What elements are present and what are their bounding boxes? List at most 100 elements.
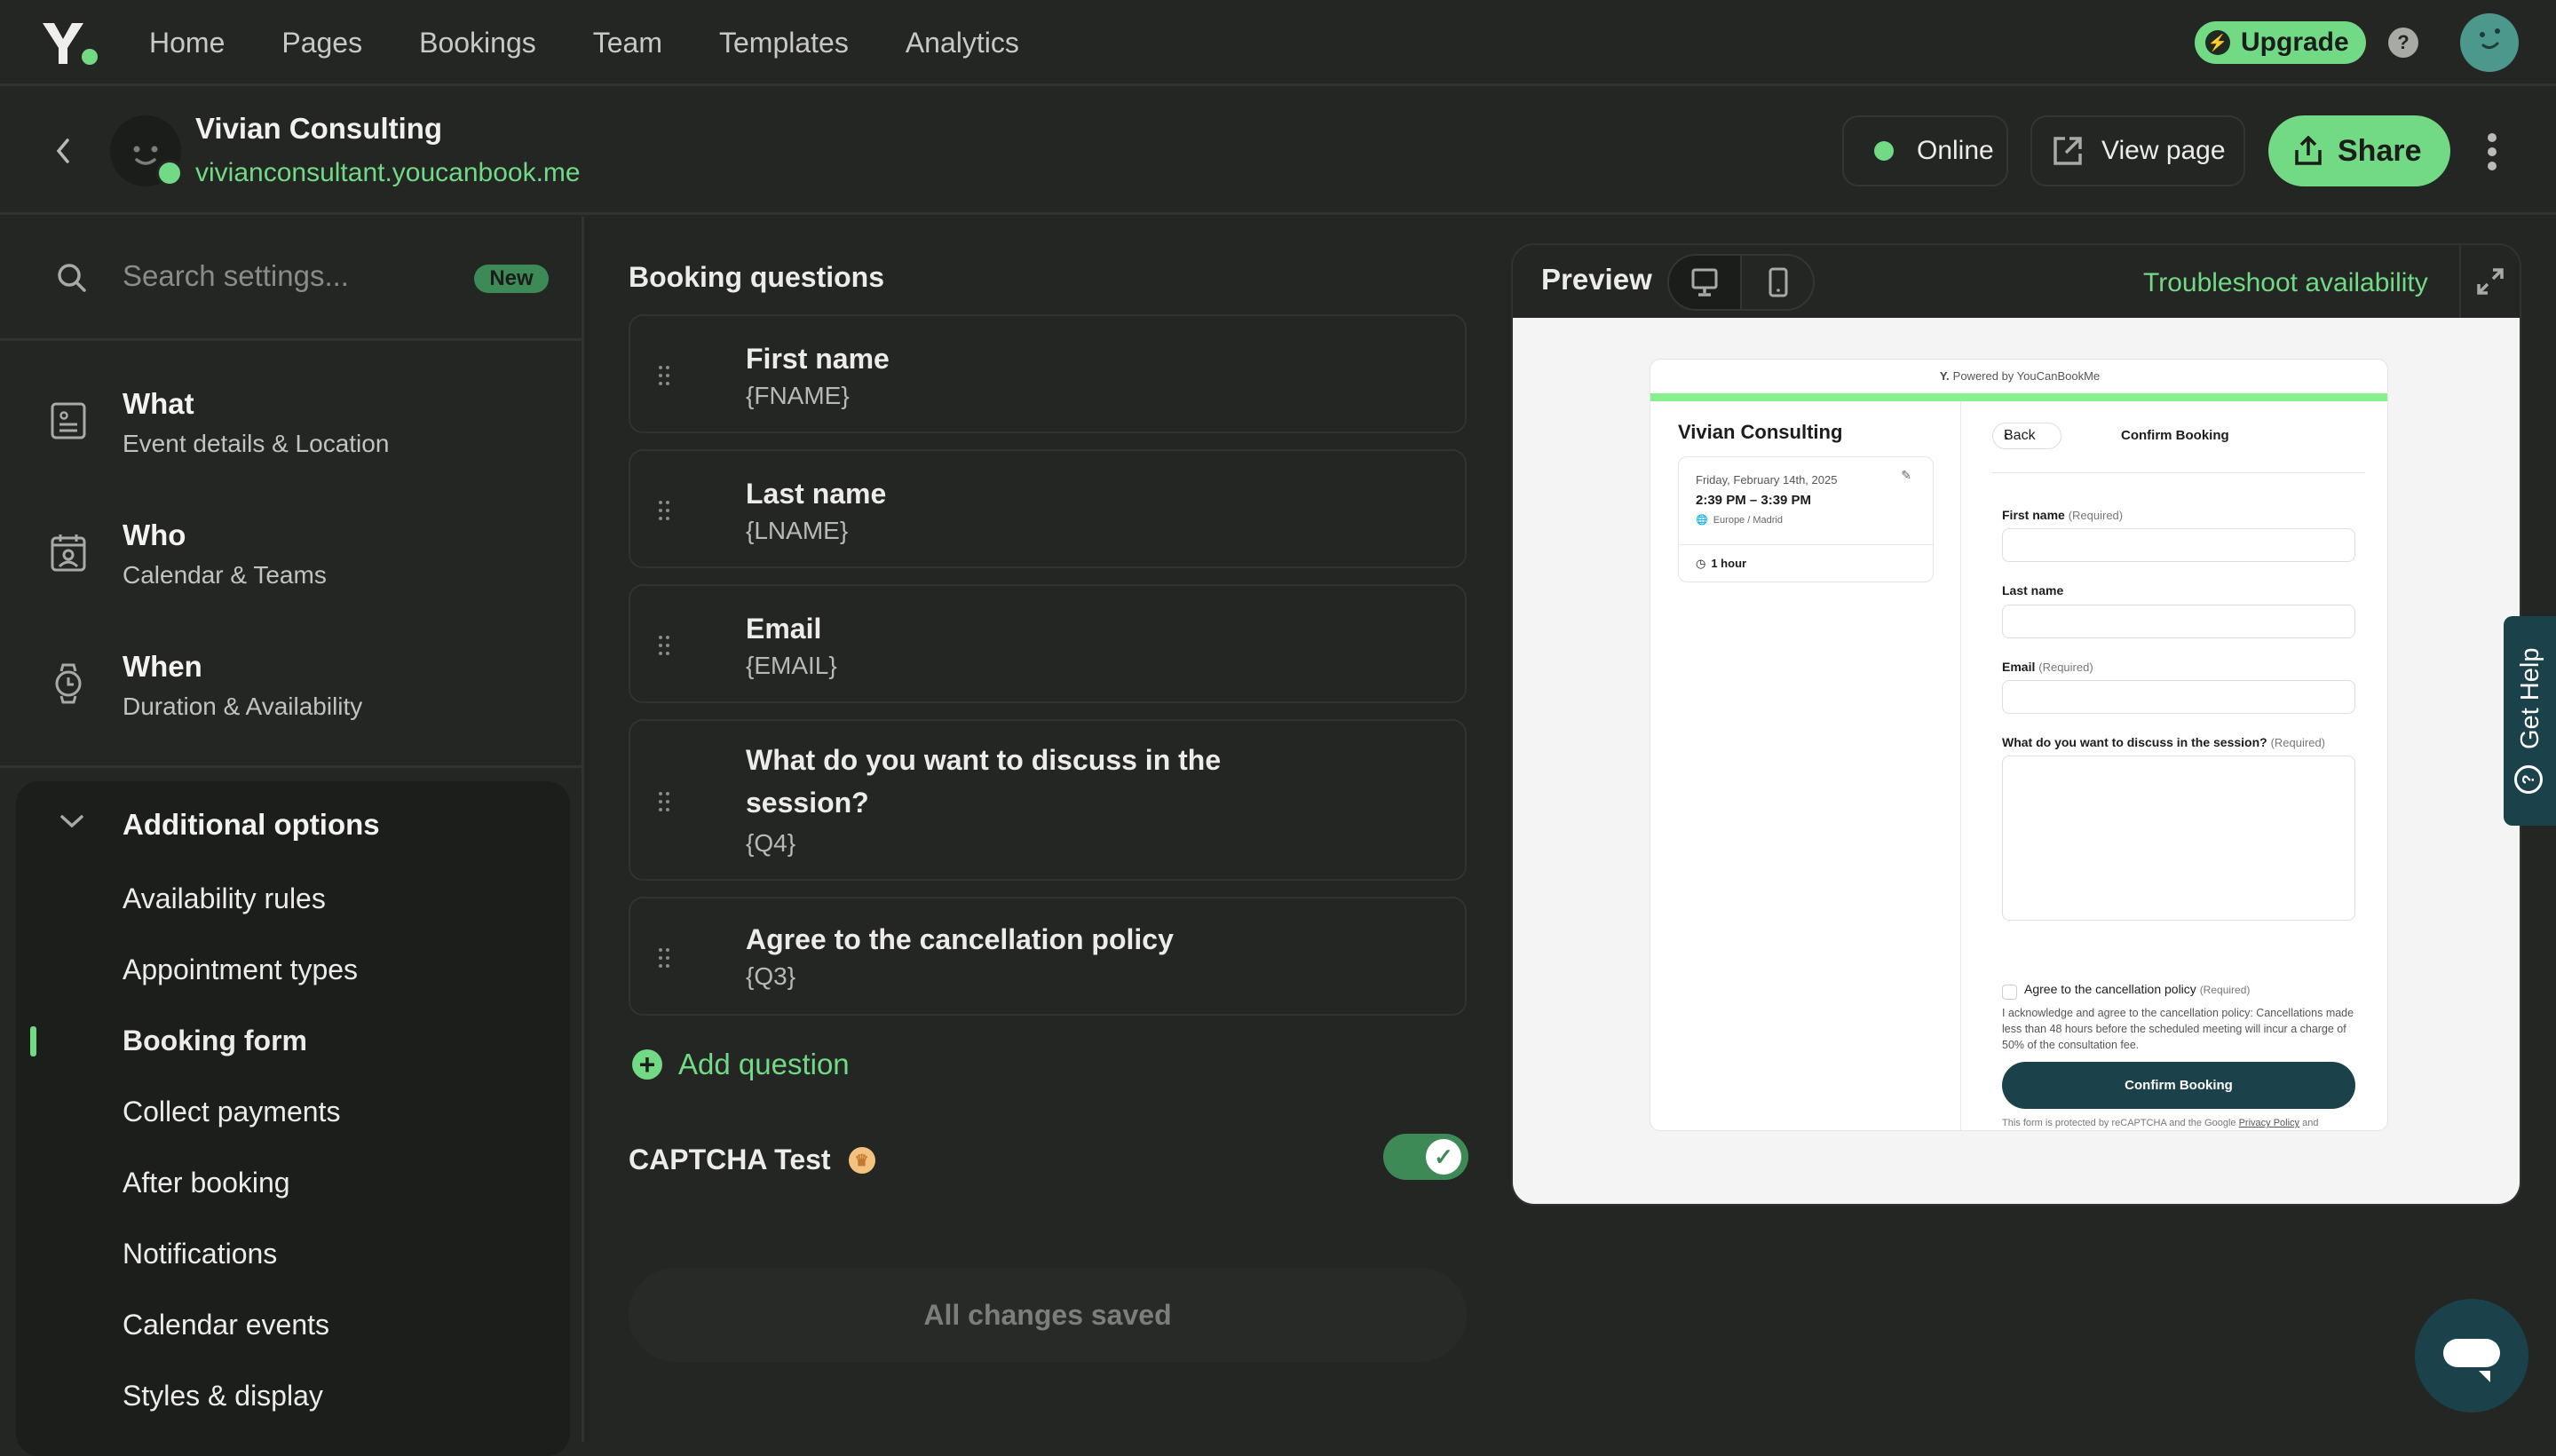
sidebar-item-title: Who	[123, 518, 186, 551]
question-token: {EMAIL}	[746, 652, 837, 679]
additional-options-toggle[interactable]: Additional options	[16, 781, 570, 870]
divider	[1679, 544, 1933, 545]
divider	[1992, 472, 2365, 473]
online-status-button[interactable]: Online	[1842, 115, 2008, 186]
expand-icon	[2477, 268, 2504, 295]
booking-form-editor: Booking questions First name {FNAME} Las…	[586, 217, 1509, 1442]
save-status: All changes saved	[629, 1268, 1467, 1362]
nav-pages[interactable]: Pages	[281, 21, 362, 64]
drag-handle-icon[interactable]	[657, 634, 671, 657]
sidebar-item-what[interactable]: What Event details & Location	[0, 380, 582, 487]
question-label: Last name	[746, 478, 887, 510]
page-url-link[interactable]: vivianconsultant.youcanbook.me	[195, 158, 581, 188]
sidebar-item-availability-rules[interactable]: Availability rules	[123, 882, 326, 915]
confirm-booking-button[interactable]: Confirm Booking	[2002, 1062, 2355, 1109]
preview-back-button[interactable]: ‹ Back	[1992, 423, 2061, 449]
globe-icon: 🌐	[1696, 515, 1708, 526]
nav-team[interactable]: Team	[593, 21, 662, 64]
share-button[interactable]: Share	[2268, 115, 2450, 186]
checkbox-label: Agree to the cancellation policy (Requir…	[2024, 982, 2251, 996]
event-summary: Vivian Consulting Friday, February 14th,…	[1650, 401, 1961, 1130]
search-input[interactable]: Search settings...	[123, 259, 349, 293]
question-card[interactable]: Last name {LNAME}	[629, 449, 1467, 568]
nav-analytics[interactable]: Analytics	[906, 21, 1019, 64]
first-name-input[interactable]	[2002, 528, 2355, 562]
drag-handle-icon[interactable]	[657, 946, 671, 969]
settings-search[interactable]: Search settings... New	[0, 217, 582, 341]
troubleshoot-availability-link[interactable]: Troubleshoot availability	[2143, 268, 2428, 298]
additional-options-group: Additional options Availability rules Ap…	[16, 781, 570, 1456]
sidebar-item-notifications[interactable]: Notifications	[123, 1238, 277, 1270]
upgrade-label: Upgrade	[2241, 28, 2349, 57]
main-nav-links: Home Pages Bookings Team Templates Analy…	[149, 21, 1076, 64]
question-label: First name	[746, 343, 890, 375]
question-card[interactable]: What do you want to discuss in the sessi…	[629, 719, 1467, 881]
drag-handle-icon[interactable]	[657, 499, 671, 522]
online-status-dot	[156, 160, 183, 186]
expand-preview-button[interactable]	[2459, 245, 2520, 318]
question-card[interactable]: Agree to the cancellation policy {Q3}	[629, 897, 1467, 1016]
sidebar-item-booking-form[interactable]: Booking form	[123, 1025, 307, 1057]
edit-pencil-icon[interactable]: ✎	[1901, 468, 1911, 483]
active-indicator	[30, 1026, 36, 1056]
calendar-person-icon	[51, 534, 86, 572]
plus-circle-icon: +	[632, 1049, 662, 1080]
sidebar-item-title: What	[123, 387, 194, 420]
sidebar-item-appointment-types[interactable]: Appointment types	[123, 954, 358, 986]
new-badge: New	[474, 265, 549, 293]
add-question-button[interactable]: + Add question	[632, 1048, 850, 1081]
question-token: {Q4}	[746, 829, 796, 857]
question-card[interactable]: Email {EMAIL}	[629, 584, 1467, 703]
view-page-button[interactable]: View page	[2030, 115, 2245, 186]
nav-templates[interactable]: Templates	[719, 21, 849, 64]
online-label: Online	[1917, 136, 1994, 165]
get-help-label: Get Help	[2516, 647, 2544, 749]
cancellation-policy-checkbox[interactable]	[2002, 985, 2017, 1000]
privacy-policy-link[interactable]: Privacy Policy	[2239, 1118, 2299, 1128]
search-icon	[58, 264, 86, 292]
sidebar-item-after-booking[interactable]: After booking	[123, 1167, 290, 1199]
user-avatar[interactable]	[2460, 13, 2519, 72]
crown-premium-icon: ♛	[848, 1146, 875, 1174]
more-options-icon[interactable]	[2483, 133, 2501, 170]
preview-panel: Preview Troubleshoot availability Y. Powe…	[1511, 243, 2521, 1206]
get-help-tab[interactable]: Get Help ?	[2504, 616, 2556, 826]
policy-text: I acknowledge and agree to the cancellat…	[2002, 1007, 2354, 1051]
desktop-view-button[interactable]	[1669, 256, 1742, 309]
back-chevron-icon[interactable]	[48, 133, 80, 169]
field-label-email: Email (Required)	[2002, 660, 2093, 674]
chat-bubble-tail	[2479, 1371, 2490, 1382]
sidebar-item-who[interactable]: Who Calendar & Teams	[0, 511, 582, 618]
external-link-icon	[2054, 137, 2082, 165]
captcha-toggle[interactable]: ✓	[1383, 1134, 1468, 1180]
profile-card-icon	[51, 402, 86, 439]
chat-launcher-button[interactable]	[2415, 1299, 2528, 1412]
youcanbookme-logo[interactable]	[41, 21, 103, 66]
nav-home[interactable]: Home	[149, 21, 225, 64]
add-question-label: Add question	[678, 1048, 850, 1080]
sidebar-item-collect-payments[interactable]: Collect payments	[123, 1096, 340, 1128]
drag-handle-icon[interactable]	[657, 790, 671, 813]
sidebar-item-styles-display[interactable]: Styles & display	[123, 1380, 323, 1412]
help-icon[interactable]: ?	[2388, 28, 2418, 58]
mobile-view-button[interactable]	[1742, 256, 1813, 309]
drag-handle-icon[interactable]	[657, 364, 671, 387]
email-input[interactable]	[2002, 680, 2355, 714]
discuss-textarea[interactable]	[2002, 756, 2355, 921]
lightning-icon: ⚡	[2205, 30, 2230, 55]
question-card[interactable]: First name {FNAME}	[629, 314, 1467, 433]
booking-page-preview: Y. Powered by YouCanBookMe Vivian Consult…	[1650, 359, 2388, 1131]
page-avatar	[110, 115, 183, 186]
share-upload-icon	[2295, 136, 2322, 165]
last-name-input[interactable]	[2002, 605, 2355, 638]
upgrade-button[interactable]: ⚡ Upgrade	[2195, 21, 2366, 64]
brand-bar	[1650, 393, 2387, 401]
sidebar-item-calendar-events[interactable]: Calendar events	[123, 1309, 329, 1341]
sidebar-item-when[interactable]: When Duration & Availability	[0, 643, 582, 749]
clock-icon: ◷	[1696, 557, 1706, 570]
question-label: Agree to the cancellation policy	[746, 923, 1174, 955]
check-icon: ✓	[1426, 1139, 1461, 1175]
confirm-booking-title: Confirm Booking	[2121, 428, 2229, 443]
event-duration: ◷ 1 hour	[1696, 557, 1747, 570]
nav-bookings[interactable]: Bookings	[419, 21, 536, 64]
